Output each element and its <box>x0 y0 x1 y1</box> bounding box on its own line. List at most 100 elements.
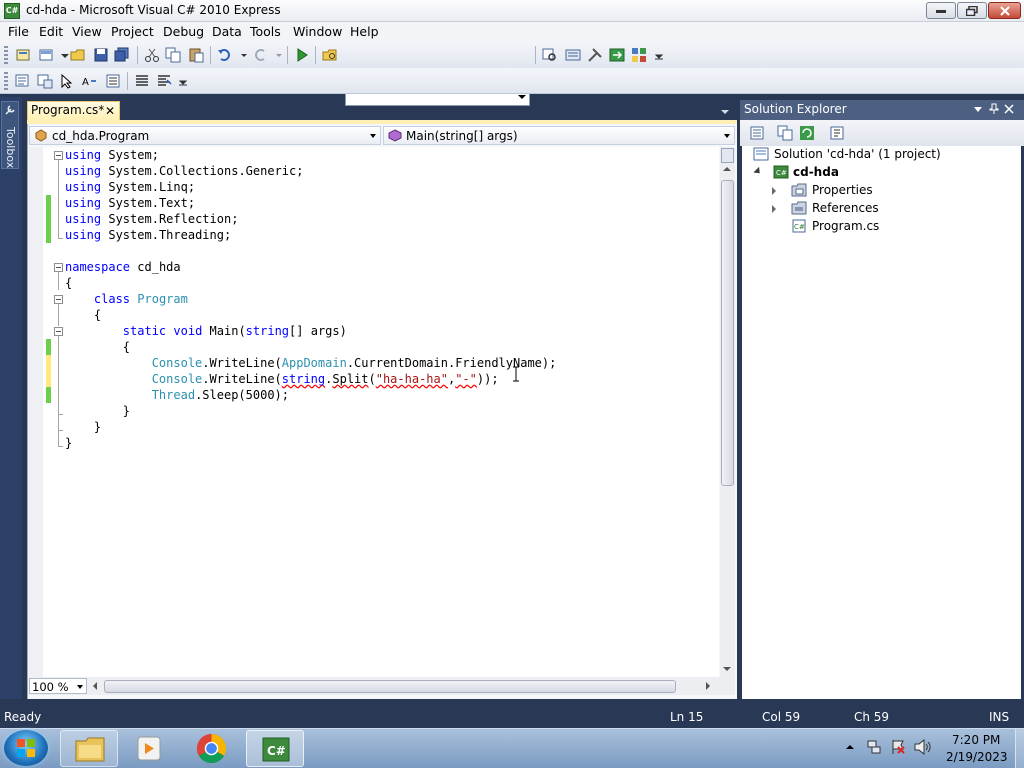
code-line[interactable]: { <box>65 307 101 323</box>
toolbox-window-icon[interactable] <box>587 47 603 63</box>
start-debugging-icon[interactable] <box>294 47 310 63</box>
save-icon[interactable] <box>93 47 109 63</box>
taskbar-file-explorer[interactable] <box>60 730 118 767</box>
volume-icon[interactable] <box>914 739 932 755</box>
view-code-icon[interactable] <box>829 125 845 141</box>
close-icon[interactable]: ✕ <box>105 104 115 118</box>
toolbar-overflow-icon[interactable] <box>651 47 667 63</box>
clock-time[interactable]: 7:20 PM <box>952 733 1000 747</box>
complete-word-icon[interactable]: A <box>81 73 97 89</box>
add-item-icon[interactable] <box>38 47 54 63</box>
taskbar-visual-csharp[interactable]: C# <box>246 730 304 767</box>
code-line[interactable]: Thread.Sleep(5000); <box>65 387 289 403</box>
object-member-list-icon[interactable] <box>15 73 31 89</box>
new-project-icon[interactable] <box>15 47 31 63</box>
tree-item-solution[interactable]: Solution 'cd-hda' (1 project) <box>774 147 941 161</box>
code-line[interactable]: namespace cd_hda <box>65 259 181 275</box>
close-icon[interactable] <box>1004 104 1014 114</box>
code-line[interactable]: using System.Linq; <box>65 179 195 195</box>
tree-item-properties[interactable]: Properties <box>812 183 873 197</box>
parameter-info-icon[interactable] <box>37 73 53 89</box>
menu-debug[interactable]: Debug <box>163 24 204 39</box>
pin-icon[interactable] <box>989 103 999 115</box>
zoom-dropdown[interactable]: 100 % <box>29 678 87 694</box>
start-page-icon[interactable] <box>609 47 625 63</box>
tree-item-project[interactable]: cd-hda <box>793 165 839 179</box>
tree-item-references[interactable]: References <box>812 201 879 215</box>
menu-data[interactable]: Data <box>212 24 242 39</box>
comment-lines-icon[interactable] <box>134 73 150 89</box>
redo-dropdown-icon[interactable] <box>271 47 287 63</box>
find-icon[interactable] <box>542 47 558 63</box>
toolbar-overflow-icon[interactable] <box>175 73 191 89</box>
class-navigation-dropdown[interactable]: cd_hda.Program <box>29 126 381 145</box>
refresh-icon[interactable] <box>799 125 815 141</box>
uncomment-lines-icon[interactable] <box>156 73 172 89</box>
window-position-icon[interactable] <box>973 105 983 113</box>
toolbar-grip[interactable] <box>4 46 8 64</box>
taskbar-chrome[interactable] <box>183 730 241 767</box>
properties-icon[interactable] <box>749 125 765 141</box>
extension-manager-icon[interactable] <box>631 47 647 63</box>
collapse-method-icon[interactable] <box>54 327 63 336</box>
restore-button[interactable] <box>957 2 987 19</box>
collapse-class-icon[interactable] <box>54 295 63 304</box>
undo-dropdown-icon[interactable] <box>236 47 252 63</box>
menu-view[interactable]: View <box>72 24 102 39</box>
copy-icon[interactable] <box>165 47 181 63</box>
scroll-down-icon[interactable] <box>723 667 731 671</box>
collapsed-arrow-icon[interactable] <box>772 205 776 213</box>
code-line[interactable]: } <box>65 435 72 451</box>
action-center-icon[interactable] <box>890 739 906 755</box>
menu-file[interactable]: File <box>8 24 29 39</box>
split-window-handle[interactable] <box>721 148 734 163</box>
code-line[interactable]: Console.WriteLine(AppDomain.CurrentDomai… <box>65 355 557 371</box>
redo-icon[interactable] <box>252 47 268 63</box>
clock-date[interactable]: 2/19/2023 <box>946 750 1008 764</box>
network-icon[interactable] <box>866 739 882 755</box>
open-file-icon[interactable] <box>70 47 86 63</box>
code-line[interactable]: using System; <box>65 147 159 163</box>
chevron-down-icon[interactable] <box>721 110 729 114</box>
horizontal-scroll-thumb[interactable] <box>104 680 676 693</box>
display-word-completion-icon[interactable] <box>105 73 121 89</box>
scroll-left-icon[interactable] <box>93 682 97 690</box>
code-line[interactable]: { <box>65 275 72 291</box>
find-in-files-icon[interactable] <box>322 47 338 63</box>
minimize-button[interactable] <box>926 2 956 19</box>
properties-window-icon[interactable] <box>565 47 581 63</box>
close-window-button[interactable] <box>988 2 1021 19</box>
code-line[interactable]: using System.Text; <box>65 195 195 211</box>
paste-icon[interactable] <box>188 47 204 63</box>
taskbar-media-player[interactable] <box>121 730 179 767</box>
start-button[interactable] <box>4 730 48 766</box>
collapse-namespace-icon[interactable] <box>54 263 63 272</box>
code-line[interactable]: Console.WriteLine(string.Split("ha-ha-ha… <box>65 371 499 387</box>
code-line[interactable]: } <box>65 419 101 435</box>
scroll-up-icon[interactable] <box>723 167 731 171</box>
cut-icon[interactable] <box>144 47 160 63</box>
code-line[interactable]: class Program <box>65 291 188 307</box>
show-hidden-icons-icon[interactable] <box>845 742 855 752</box>
quick-info-icon[interactable] <box>59 73 75 89</box>
menu-help[interactable]: Help <box>350 24 379 39</box>
menu-edit[interactable]: Edit <box>39 24 63 39</box>
menu-window[interactable]: Window <box>293 24 342 39</box>
tree-item-program-cs[interactable]: Program.cs <box>812 219 879 233</box>
menu-tools[interactable]: Tools <box>250 24 281 39</box>
show-desktop-button[interactable] <box>1015 729 1024 768</box>
save-all-icon[interactable] <box>114 47 130 63</box>
scroll-right-icon[interactable] <box>706 682 710 690</box>
collapsed-arrow-icon[interactable] <box>772 187 776 195</box>
undo-icon[interactable] <box>217 47 233 63</box>
collapse-using-block-icon[interactable] <box>54 151 63 160</box>
toolbar-grip[interactable] <box>4 72 8 90</box>
code-line[interactable]: static void Main(string[] args) <box>65 323 347 339</box>
code-line[interactable]: using System.Collections.Generic; <box>65 163 303 179</box>
vertical-scroll-thumb[interactable] <box>721 180 734 486</box>
code-line[interactable]: { <box>65 339 130 355</box>
code-line[interactable]: using System.Threading; <box>65 227 231 243</box>
member-navigation-dropdown[interactable]: Main(string[] args) <box>383 126 735 145</box>
code-line[interactable]: using System.Reflection; <box>65 211 238 227</box>
code-line[interactable]: } <box>65 403 130 419</box>
